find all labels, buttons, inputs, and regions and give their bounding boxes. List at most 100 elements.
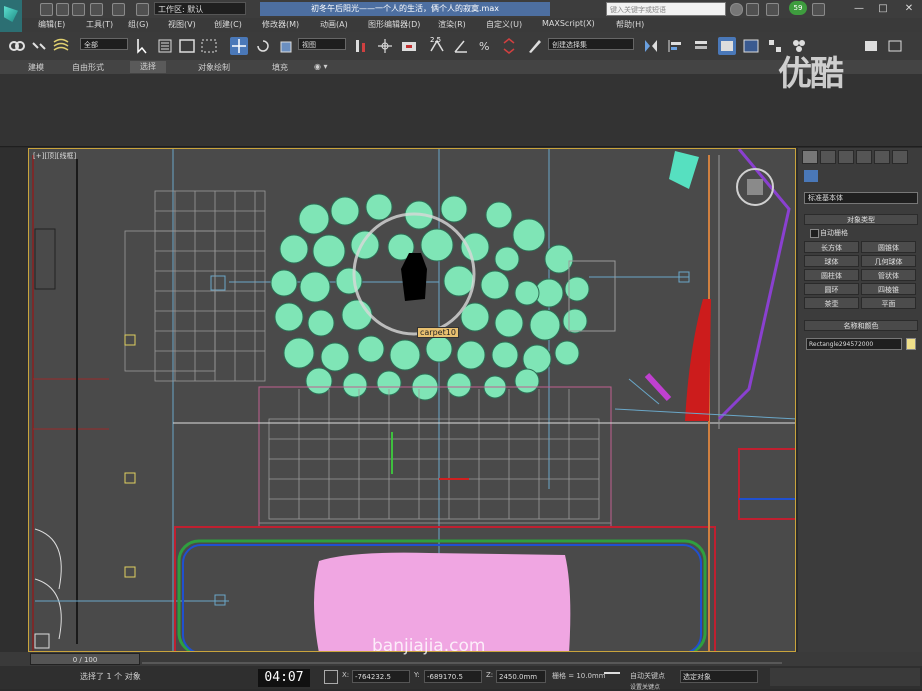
tab-object-paint[interactable]: 对象绘制 (198, 62, 230, 73)
torus-button[interactable]: 圆环 (804, 283, 859, 295)
object-color-swatch[interactable] (906, 338, 916, 350)
geosphere-button[interactable]: 几何球体 (861, 255, 916, 267)
tube-button[interactable]: 管状体 (861, 269, 916, 281)
undo-icon[interactable] (90, 3, 103, 16)
render-setup-icon[interactable] (862, 37, 880, 55)
menu-maxscript[interactable]: MAXScript(X) (542, 19, 595, 28)
cameras-icon[interactable] (852, 170, 866, 182)
new-file-icon[interactable] (40, 3, 53, 16)
select-manipulate-icon[interactable] (376, 37, 394, 55)
menu-help[interactable]: 帮助(H) (616, 19, 644, 30)
z-coordinate-field[interactable]: 2450.0mm (496, 670, 546, 683)
space-warps-icon[interactable] (884, 170, 898, 182)
tab-populate[interactable]: 填充 (272, 62, 288, 73)
project-folder-icon[interactable] (136, 3, 149, 16)
angle-snap-icon[interactable] (452, 37, 470, 55)
pyramid-button[interactable]: 四棱锥 (861, 283, 916, 295)
object-name-field[interactable]: Rectangle294572000 (806, 338, 902, 350)
selection-filter-dropdown[interactable]: 全部 (80, 38, 128, 50)
auto-key-button[interactable]: 自动关键点 (630, 671, 665, 681)
link-icon[interactable] (8, 37, 26, 55)
close-button[interactable]: ✕ (898, 1, 920, 16)
box-button[interactable]: 长方体 (804, 241, 859, 253)
render-frame-icon[interactable] (886, 37, 904, 55)
tab-hierarchy[interactable] (838, 150, 854, 164)
user-badge[interactable]: 59 (789, 1, 807, 15)
spinner-snap-icon[interactable] (500, 37, 518, 55)
mirror-icon[interactable] (642, 37, 660, 55)
maximize-button[interactable]: □ (872, 1, 894, 16)
bind-space-warp-icon[interactable] (52, 37, 70, 55)
select-object-icon[interactable] (134, 37, 152, 55)
app-logo[interactable] (0, 0, 22, 32)
tab-motion[interactable] (856, 150, 872, 164)
menu-graph-editors[interactable]: 图形编辑器(D) (368, 19, 420, 30)
window-crossing-icon[interactable] (200, 37, 218, 55)
geometry-icon[interactable] (804, 170, 818, 182)
named-selection-dropdown[interactable]: 创建选择集 (548, 38, 634, 50)
ribbon-options-icon[interactable]: ◉ ▾ (314, 62, 328, 71)
cylinder-button[interactable]: 圆柱体 (804, 269, 859, 281)
viewport-label[interactable]: [+][顶][线框] (33, 151, 76, 161)
x-coordinate-field[interactable]: -764232.5 (352, 670, 410, 683)
search-icon[interactable] (730, 3, 743, 16)
tab-display[interactable] (874, 150, 890, 164)
keyboard-shortcut-icon[interactable] (400, 37, 418, 55)
cone-button[interactable]: 圆锥体 (861, 241, 916, 253)
tab-selection[interactable]: 选择 (130, 61, 166, 73)
y-coordinate-field[interactable]: -689170.5 (424, 670, 482, 683)
tab-modify[interactable] (820, 150, 836, 164)
save-file-icon[interactable] (72, 3, 85, 16)
name-color-rollout[interactable]: 名称和颜色 (804, 320, 918, 331)
percent-snap-icon[interactable]: % (476, 37, 494, 55)
unlink-icon[interactable] (30, 37, 48, 55)
autogrid-checkbox[interactable] (810, 229, 819, 238)
geometry-type-dropdown[interactable]: 标准基本体 (804, 192, 918, 204)
menu-create[interactable]: 创建(C) (214, 19, 242, 30)
graphite-modeling-icon[interactable] (718, 37, 736, 55)
exchange-icon[interactable] (746, 3, 759, 16)
time-slider[interactable]: 0 / 100 (30, 653, 140, 665)
rect-selection-icon[interactable] (178, 37, 196, 55)
object-type-rollout[interactable]: 对象类型 (804, 214, 918, 225)
reference-coord-dropdown[interactable]: 视图 (298, 38, 346, 50)
menu-edit[interactable]: 编辑(E) (38, 19, 65, 30)
selected-object-dropdown[interactable]: 选定对象 (680, 670, 758, 683)
layer-manager-icon[interactable] (692, 37, 710, 55)
systems-icon[interactable] (900, 170, 914, 182)
help-icon[interactable] (812, 3, 825, 16)
pivot-center-icon[interactable] (352, 37, 370, 55)
curve-editor-icon[interactable] (742, 37, 760, 55)
menu-group[interactable]: 组(G) (128, 19, 148, 30)
minimize-button[interactable]: — (848, 1, 870, 16)
helpers-icon[interactable] (868, 170, 882, 182)
set-key-button[interactable]: 设置关键点 (630, 682, 660, 691)
search-input[interactable]: 键入关键字或短语 (606, 2, 726, 16)
lights-icon[interactable] (836, 170, 850, 182)
workspace-dropdown[interactable]: 工作区: 默认 (154, 2, 246, 15)
rotate-icon[interactable] (254, 37, 272, 55)
key-icon[interactable] (604, 672, 620, 682)
align-icon[interactable] (666, 37, 684, 55)
tab-modeling[interactable]: 建模 (28, 62, 44, 73)
top-viewport[interactable]: [+][顶][线框] carpet10 (28, 148, 796, 652)
tab-freeform[interactable]: 自由形式 (72, 62, 104, 73)
select-by-name-icon[interactable] (156, 37, 174, 55)
menu-tools[interactable]: 工具(T) (86, 19, 113, 30)
redo-icon[interactable] (112, 3, 125, 16)
star-icon[interactable] (766, 3, 779, 16)
menu-modifiers[interactable]: 修改器(M) (262, 19, 299, 30)
open-file-icon[interactable] (56, 3, 69, 16)
playback-controls[interactable] (770, 668, 920, 686)
teapot-button[interactable]: 茶壶 (804, 297, 859, 309)
menu-animation[interactable]: 动画(A) (320, 19, 348, 30)
sphere-button[interactable]: 球体 (804, 255, 859, 267)
menu-views[interactable]: 视图(V) (168, 19, 196, 30)
shapes-icon[interactable] (820, 170, 834, 182)
menu-customize[interactable]: 自定义(U) (486, 19, 522, 30)
plane-button[interactable]: 平面 (861, 297, 916, 309)
scale-icon[interactable] (278, 37, 296, 55)
edit-named-selection-icon[interactable] (526, 37, 544, 55)
move-icon[interactable] (230, 37, 248, 55)
menu-rendering[interactable]: 渲染(R) (438, 19, 466, 30)
